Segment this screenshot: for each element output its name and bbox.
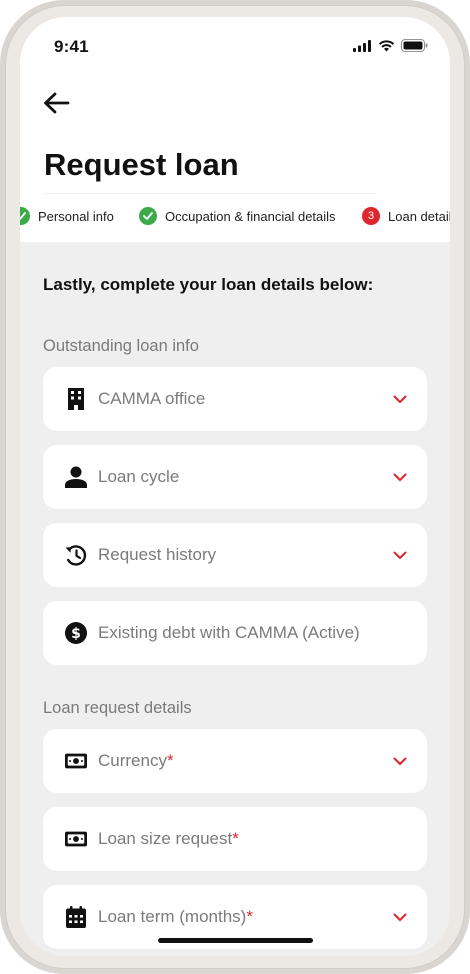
- currency-dropdown[interactable]: Currency*: [43, 729, 427, 793]
- step-label: Occupation & financial details: [165, 208, 336, 224]
- section-heading-loan-request: Loan request details: [43, 699, 192, 717]
- wifi-icon: [378, 39, 395, 57]
- back-button[interactable]: [42, 91, 74, 119]
- field-label: Currency*: [98, 751, 174, 770]
- field-label: Request history: [98, 545, 217, 564]
- app-screen: 9:41 Request loan Personal info Occupati…: [20, 17, 450, 956]
- camma-office-dropdown[interactable]: CAMMA office: [43, 367, 427, 431]
- check-circle-icon: [139, 207, 157, 225]
- step-occupation-financial[interactable]: Occupation & financial details: [139, 207, 336, 225]
- history-icon: [65, 544, 87, 566]
- field-label: Loan term (months)*: [98, 907, 253, 926]
- chevron-down-icon[interactable]: [391, 546, 409, 564]
- page-title: Request loan: [44, 147, 239, 182]
- required-asterisk: *: [246, 907, 253, 926]
- chevron-down-icon[interactable]: [391, 908, 409, 926]
- required-asterisk: *: [232, 829, 239, 848]
- svg-text:$: $: [71, 626, 81, 642]
- required-asterisk: *: [166, 751, 174, 770]
- building-icon: [65, 388, 87, 410]
- chevron-down-icon[interactable]: [391, 752, 409, 770]
- step-number-badge: 3: [362, 207, 380, 225]
- request-history-dropdown[interactable]: Request history: [43, 523, 427, 587]
- field-label: Loan size request*: [98, 829, 239, 848]
- step-loan-details[interactable]: 3 Loan details: [362, 207, 450, 225]
- step-label: Personal info: [38, 208, 114, 224]
- field-label: Existing debt with CAMMA (Active): [98, 623, 360, 642]
- progress-stepper: Personal info Occupation & financial det…: [20, 207, 450, 231]
- signal-icon: [353, 39, 372, 57]
- field-label: Loan cycle: [98, 467, 180, 486]
- form-lead-text: Lastly, complete your loan details below…: [43, 275, 374, 294]
- title-divider: [44, 193, 376, 194]
- chevron-down-icon[interactable]: [391, 390, 409, 408]
- existing-debt-field[interactable]: $ Existing debt with CAMMA (Active): [43, 601, 427, 665]
- dollar-circle-icon: $: [65, 622, 87, 644]
- step-label: Loan details: [388, 208, 450, 224]
- arrow-left-icon: [42, 91, 70, 120]
- loan-cycle-dropdown[interactable]: Loan cycle: [43, 445, 427, 509]
- person-icon: [65, 466, 87, 488]
- home-indicator[interactable]: [158, 938, 313, 943]
- battery-icon: [401, 39, 428, 57]
- form-panel: Lastly, complete your loan details below…: [20, 242, 450, 956]
- calendar-icon: [65, 906, 87, 928]
- check-circle-icon: [20, 207, 30, 225]
- banknote-icon: [65, 750, 87, 772]
- banknote-icon: [65, 828, 87, 850]
- chevron-down-icon[interactable]: [391, 468, 409, 486]
- loan-size-input[interactable]: Loan size request*: [43, 807, 427, 871]
- status-time: 9:41: [54, 37, 89, 56]
- field-label: CAMMA office: [98, 389, 206, 408]
- status-icons: [353, 39, 428, 57]
- section-heading-outstanding: Outstanding loan info: [43, 337, 199, 355]
- step-personal-info[interactable]: Personal info: [20, 207, 114, 225]
